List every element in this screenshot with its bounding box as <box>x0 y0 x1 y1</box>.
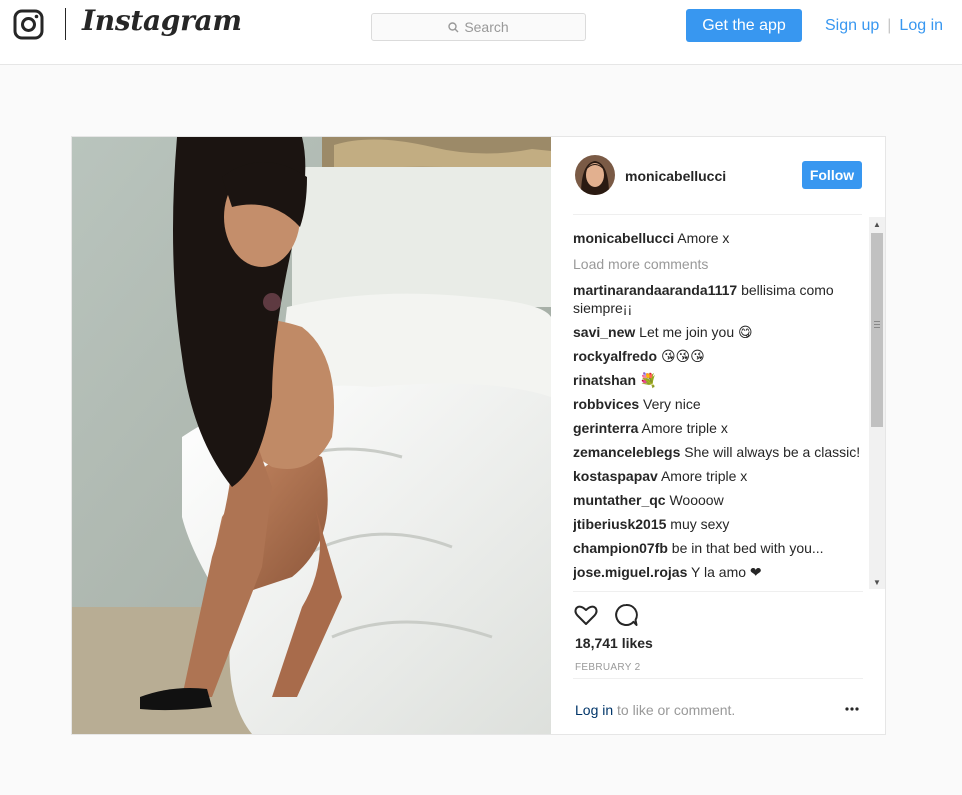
avatar[interactable] <box>575 155 615 195</box>
comment-text: Amore triple x <box>660 468 748 484</box>
caption: monicabellucci Amore x <box>573 229 865 247</box>
comment-text: Woooow <box>669 492 724 508</box>
comment-text: Let me join you 😋 <box>639 324 753 340</box>
instagram-camera-icon[interactable] <box>13 9 44 40</box>
post-photo[interactable] <box>72 137 551 734</box>
comment-item: rockyalfredo 😘😘😘 <box>573 347 865 365</box>
comment-text: muy sexy <box>670 516 730 532</box>
likes-count[interactable]: 18,741 likes <box>575 635 653 651</box>
comment-text: be in that bed with you... <box>671 540 824 556</box>
post-details-panel: monicabellucci Follow monicabellucci Amo… <box>551 137 886 734</box>
scroll-down-arrow-icon[interactable]: ▼ <box>869 575 885 589</box>
login-cta-text: to like or comment. <box>613 702 736 718</box>
avatar-image <box>575 155 615 195</box>
comment-username[interactable]: gerinterra <box>573 420 638 436</box>
post-username[interactable]: monicabellucci <box>625 168 726 184</box>
logo-divider <box>65 8 66 40</box>
comment-text: 💐 <box>639 372 658 388</box>
log-in-link[interactable]: Log in <box>899 17 943 35</box>
comments-scrollbar[interactable]: ▲ ▼ <box>869 217 885 589</box>
login-link[interactable]: Log in <box>575 702 613 718</box>
search-placeholder: Search <box>464 19 509 35</box>
comment-item: rinatshan 💐 <box>573 371 865 389</box>
comments-list: monicabellucci Amore x Load more comment… <box>573 216 865 591</box>
comment-username[interactable]: kostaspapav <box>573 468 658 484</box>
heart-icon[interactable] <box>573 602 599 628</box>
comment-text: She will always be a classic! <box>684 444 861 460</box>
comment-item: champion07fb be in that bed with you... <box>573 539 865 557</box>
comment-username[interactable]: robbvices <box>573 396 639 412</box>
follow-button[interactable]: Follow <box>802 161 862 189</box>
comment-text: Y la amo ❤ <box>691 564 762 580</box>
load-more-comments-link[interactable]: Load more comments <box>573 255 865 273</box>
comment-username[interactable]: jtiberiusk2015 <box>573 516 666 532</box>
comment-username[interactable]: martinarandaaranda1117 <box>573 282 737 298</box>
comment-item: muntather_qc Woooow <box>573 491 865 509</box>
get-the-app-button[interactable]: Get the app <box>686 9 802 42</box>
search-icon <box>448 21 459 32</box>
post-footer: Log in to like or comment. <box>573 678 863 734</box>
comment-item: savi_new Let me join you 😋 <box>573 323 865 341</box>
post-date[interactable]: FEBRUARY 2 <box>575 662 640 673</box>
comment-text: Amore triple x <box>641 420 728 436</box>
auth-links: Sign up | Log in <box>825 17 943 35</box>
post-actions: 18,741 likes FEBRUARY 2 <box>573 591 863 681</box>
post-card: monicabellucci Follow monicabellucci Amo… <box>71 136 886 735</box>
scroll-up-arrow-icon[interactable]: ▲ <box>869 217 885 231</box>
comment-username[interactable]: muntather_qc <box>573 492 666 508</box>
comment-text: Very nice <box>643 396 701 412</box>
scrollbar-thumb[interactable] <box>871 233 883 427</box>
auth-divider: | <box>887 17 892 34</box>
login-to-comment: Log in to like or comment. <box>575 702 735 718</box>
comment-icon[interactable] <box>613 602 639 628</box>
search-input[interactable]: Search <box>371 13 586 41</box>
top-navigation-bar: Instagram Search Get the app Sign up | L… <box>0 0 962 65</box>
comment-username[interactable]: rockyalfredo <box>573 348 657 364</box>
instagram-wordmark[interactable]: Instagram <box>82 4 242 37</box>
comment-item: zemanceleblegs She will always be a clas… <box>573 443 865 461</box>
comment-text: 😘😘😘 <box>660 348 705 364</box>
comment-item: jtiberiusk2015 muy sexy <box>573 515 865 533</box>
comment-item: robbvices Very nice <box>573 395 865 413</box>
sign-up-link[interactable]: Sign up <box>825 17 879 35</box>
comment-username[interactable]: rinatshan <box>573 372 636 388</box>
caption-text: Amore x <box>677 230 730 246</box>
comment-item: kostaspapav Amore triple x <box>573 467 865 485</box>
comment-username[interactable]: savi_new <box>573 324 635 340</box>
comment-item: gerinterra Amore triple x <box>573 419 865 437</box>
comment-username[interactable]: champion07fb <box>573 540 668 556</box>
post-photo-illustration <box>72 137 551 734</box>
caption-username[interactable]: monicabellucci <box>573 230 674 246</box>
more-options-icon[interactable] <box>845 707 859 711</box>
comment-username[interactable]: zemanceleblegs <box>573 444 680 460</box>
post-header: monicabellucci Follow <box>573 155 862 215</box>
comment-item: martinarandaaranda1117 bellisima como si… <box>573 281 865 317</box>
comment-username[interactable]: jose.miguel.rojas <box>573 564 687 580</box>
comment-item: jose.miguel.rojas Y la amo ❤ <box>573 563 865 581</box>
